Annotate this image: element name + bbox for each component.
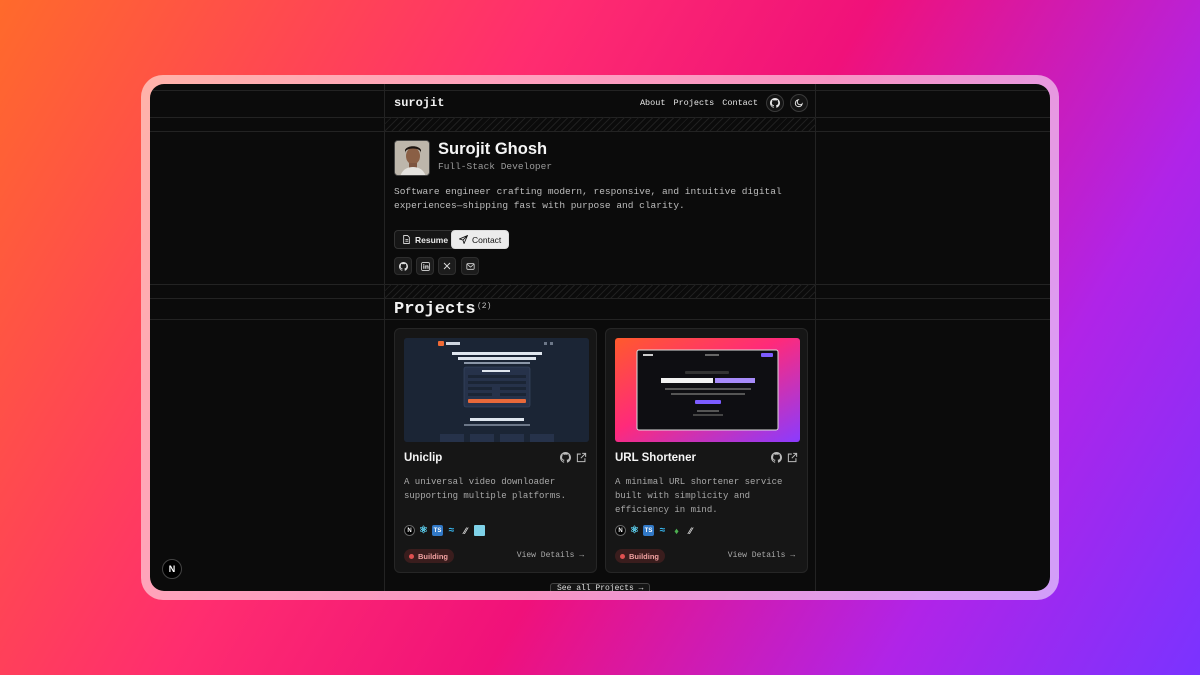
theme-toggle-button[interactable] xyxy=(790,94,808,112)
send-icon xyxy=(459,235,468,244)
slash-icon: ⁄⁄ xyxy=(688,525,692,536)
project-thumbnail[interactable] xyxy=(615,338,800,442)
typescript-icon: TS xyxy=(432,525,443,536)
page-screen: surojit About Projects Contact Surojit G… xyxy=(150,84,1050,591)
avatar xyxy=(394,140,430,176)
resume-label: Resume xyxy=(415,234,449,245)
slash-icon: ⁄⁄ xyxy=(463,525,467,536)
hatch-divider xyxy=(384,284,816,298)
project-card-url-shortener[interactable]: URL Shortener A minimal URL shortener se… xyxy=(605,328,808,573)
grid-line xyxy=(150,319,1050,320)
project-description: A universal video downloader supporting … xyxy=(404,477,567,501)
avatar-portrait xyxy=(395,141,429,175)
grid-line xyxy=(150,90,1050,91)
github-icon xyxy=(770,98,780,108)
hero-role: Full-Stack Developer xyxy=(438,161,553,172)
project-card-uniclip[interactable]: Uniclip A universal video downloader sup… xyxy=(394,328,597,573)
typescript-icon: TS xyxy=(643,525,654,536)
database-icon xyxy=(474,525,485,536)
nextjs-icon: N xyxy=(404,525,415,536)
github-button[interactable] xyxy=(766,94,784,112)
resume-button[interactable]: Resume xyxy=(394,230,457,249)
project-links xyxy=(560,452,587,463)
github-icon[interactable] xyxy=(771,452,782,463)
brand-logo[interactable]: surojit xyxy=(394,96,444,110)
social-github[interactable] xyxy=(394,257,412,275)
top-nav: surojit About Projects Contact xyxy=(394,93,808,113)
react-icon: ⚛ xyxy=(419,525,428,536)
browser-frame: surojit About Projects Contact Surojit G… xyxy=(141,75,1059,600)
linkedin-icon xyxy=(420,261,430,271)
view-details-link[interactable]: View Details → xyxy=(728,551,795,560)
nav-link-projects[interactable]: Projects xyxy=(673,98,714,108)
tailwind-icon: ≈ xyxy=(659,525,666,536)
view-details-link[interactable]: View Details → xyxy=(517,551,584,560)
nav-link-contact[interactable]: Contact xyxy=(722,98,758,108)
grid-line xyxy=(150,298,1050,299)
file-icon xyxy=(403,235,410,244)
mongodb-icon: ♦ xyxy=(674,525,679,536)
hero-bio: Software engineer crafting modern, respo… xyxy=(394,186,782,211)
project-description: A minimal URL shortener service built wi… xyxy=(615,477,783,515)
nav-link-about[interactable]: About xyxy=(640,98,666,108)
see-all-projects-button[interactable]: See all Projects → xyxy=(550,583,651,591)
status-label: Building xyxy=(629,551,659,561)
contact-label: Contact xyxy=(472,234,502,245)
status-badge: Building xyxy=(404,549,454,563)
status-badge: Building xyxy=(615,549,665,563)
external-link-icon[interactable] xyxy=(787,452,798,463)
tech-stack: N ⚛ TS ≈ ♦ ⁄⁄ xyxy=(615,525,696,536)
grid-line xyxy=(150,131,1050,132)
project-title[interactable]: Uniclip xyxy=(404,452,442,464)
projects-heading: Projects xyxy=(394,300,476,319)
uniclip-preview xyxy=(404,338,589,442)
project-title[interactable]: URL Shortener xyxy=(615,452,696,464)
x-icon xyxy=(443,262,451,270)
status-dot-icon xyxy=(620,553,625,559)
grid-line xyxy=(815,84,816,591)
project-links xyxy=(771,452,798,463)
nav-links: About Projects Contact xyxy=(640,94,808,112)
social-linkedin[interactable] xyxy=(416,257,434,275)
moon-icon xyxy=(794,99,803,108)
status-label: Building xyxy=(418,551,448,561)
projects-count: (2) xyxy=(477,302,492,311)
tech-stack: N ⚛ TS ≈ ⁄⁄ xyxy=(404,525,485,536)
react-icon: ⚛ xyxy=(630,525,639,536)
grid-line xyxy=(384,84,385,591)
project-thumbnail[interactable] xyxy=(404,338,589,442)
url-shortener-preview xyxy=(615,338,800,442)
github-icon xyxy=(398,261,408,271)
tailwind-icon: ≈ xyxy=(448,525,455,536)
social-mail[interactable] xyxy=(461,257,479,275)
nextjs-dev-badge[interactable]: N xyxy=(162,559,182,579)
nextjs-icon: N xyxy=(615,525,626,536)
social-x[interactable] xyxy=(438,257,456,275)
external-link-icon[interactable] xyxy=(576,452,587,463)
contact-button[interactable]: Contact xyxy=(451,230,510,249)
hero-name: Surojit Ghosh xyxy=(438,140,548,158)
github-icon[interactable] xyxy=(560,452,571,463)
status-dot-icon xyxy=(409,553,414,559)
hatch-divider xyxy=(384,117,816,131)
mail-icon xyxy=(465,262,475,270)
